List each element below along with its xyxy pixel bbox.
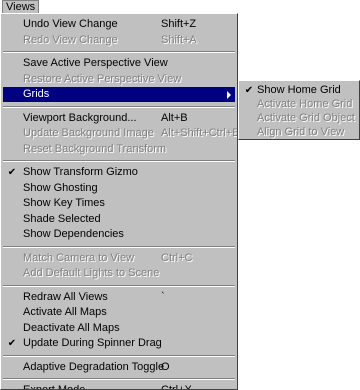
- menu-item-shortcut: `: [161, 290, 165, 303]
- menu-item-label: Show Key Times: [23, 197, 105, 209]
- menu-item-reset-background-transform[interactable]: Reset Background Transform: [3, 142, 235, 157]
- menu-item-restore-active-perspective-view[interactable]: Restore Active Perspective View: [3, 72, 235, 87]
- checkmark-icon: ✔: [7, 338, 17, 349]
- menu-item-label: Viewport Background...: [23, 111, 137, 124]
- menu-item-expert-mode[interactable]: Expert Mode Ctrl+X: [3, 383, 235, 390]
- menu-item-align-grid-to-view[interactable]: Align Grid to View: [241, 125, 357, 140]
- menu-item-label: Align Grid to View: [257, 126, 345, 138]
- menu-separator: [3, 378, 235, 380]
- menu-item-save-active-perspective-view[interactable]: Save Active Perspective View: [3, 56, 235, 71]
- menu-item-match-camera-to-view[interactable]: Match Camera to View Ctrl+C: [3, 251, 235, 266]
- menu-item-redo-view-change[interactable]: Redo View Change Shift+A: [3, 33, 235, 48]
- menu-separator: [3, 284, 235, 287]
- menu-item-show-transform-gizmo[interactable]: ✔ Show Transform Gizmo: [3, 165, 235, 180]
- menu-item-activate-grid-object[interactable]: Activate Grid Object: [241, 111, 357, 126]
- menu-item-deactivate-all-maps[interactable]: Deactivate All Maps: [3, 321, 235, 336]
- menu-item-shortcut: Shift+Z: [161, 18, 197, 30]
- menu-item-label: Restore Active Perspective View: [23, 72, 182, 85]
- menu-item-label: Activate Grid Object: [257, 112, 355, 124]
- menu-item-update-during-spinner-drag[interactable]: ✔ Update During Spinner Drag: [3, 336, 235, 351]
- menu-item-shortcut: Ctrl+X: [161, 384, 192, 390]
- menu-item-label: Adaptive Degradation Toggle: [23, 360, 165, 373]
- menu-item-label: Match Camera to View: [23, 251, 135, 264]
- menu-item-shortcut: Shift+A: [161, 33, 197, 46]
- menu-separator: [3, 160, 235, 162]
- menu-item-viewport-background[interactable]: Viewport Background... Alt+B: [3, 111, 235, 126]
- menu-item-label: Reset Background Transform: [23, 142, 167, 155]
- menu-item-shortcut: Ctrl+C: [161, 251, 193, 264]
- menu-item-label: Show Ghosting: [23, 181, 98, 194]
- menu-item-shade-selected[interactable]: Shade Selected: [3, 212, 235, 227]
- menu-item-label: Show Transform Gizmo: [23, 166, 138, 178]
- menu-item-label: Shade Selected: [23, 212, 101, 225]
- menu-item-label: Show Home Grid: [257, 84, 341, 96]
- menu-item-activate-all-maps[interactable]: Activate All Maps: [3, 305, 235, 320]
- menu-item-label: Update During Spinner Drag: [23, 337, 162, 349]
- menu-item-shortcut: Alt+B: [161, 111, 188, 124]
- menu-item-grids[interactable]: Grids: [3, 87, 235, 102]
- menu-separator: [3, 51, 235, 53]
- menu-item-label: Deactivate All Maps: [23, 321, 120, 334]
- menu-item-redraw-all-views[interactable]: Redraw All Views `: [3, 290, 235, 305]
- checkmark-icon: ✔: [7, 167, 17, 178]
- menu-item-undo-view-change[interactable]: Undo View Change Shift+Z: [3, 17, 235, 32]
- menu-item-label: Expert Mode: [23, 384, 86, 390]
- menu-item-label: Redraw All Views: [23, 290, 108, 303]
- grids-submenu: ✔ Show Home Grid Activate Home Grid Activat…: [238, 80, 360, 140]
- menu-item-show-home-grid[interactable]: ✔ Show Home Grid: [241, 83, 357, 98]
- menu-item-label: Activate All Maps: [23, 306, 107, 318]
- menu-item-adaptive-degradation-toggle[interactable]: Adaptive Degradation Toggle O: [3, 360, 235, 375]
- menu-item-label: Undo View Change: [23, 18, 118, 30]
- checkmark-icon: ✔: [244, 85, 254, 96]
- menu-bar: Views: [0, 0, 360, 15]
- menu-item-show-ghosting[interactable]: Show Ghosting: [3, 181, 235, 196]
- menu-separator: [3, 354, 235, 357]
- menu-item-label: Show Dependencies: [23, 228, 124, 240]
- submenu-arrow-icon: [227, 91, 231, 99]
- menu-item-label: Save Active Perspective View: [23, 57, 168, 69]
- menu-item-show-dependencies[interactable]: Show Dependencies: [3, 227, 235, 242]
- menu-item-add-default-lights-to-scene[interactable]: Add Default Lights to Scene: [3, 266, 235, 281]
- menu-item-shortcut: Alt+Shift+Ctrl+B: [161, 127, 238, 139]
- menu-separator: [3, 105, 235, 108]
- menu-item-activate-home-grid[interactable]: Activate Home Grid: [241, 97, 357, 112]
- menu-item-show-key-times[interactable]: Show Key Times: [3, 196, 235, 211]
- menu-item-label: Redo View Change: [23, 33, 118, 46]
- menu-item-label: Add Default Lights to Scene: [23, 267, 160, 279]
- menu-item-label: Update Background Image: [23, 127, 154, 139]
- views-dropdown-menu: Undo View Change Shift+Z Redo View Change S…: [0, 13, 238, 390]
- menu-item-shortcut: O: [161, 360, 170, 373]
- menu-item-label: Grids: [23, 88, 50, 100]
- menu-separator: [3, 245, 235, 248]
- menu-item-label: Activate Home Grid: [257, 98, 353, 110]
- menu-item-update-background-image[interactable]: Update Background Image Alt+Shift+Ctrl+B: [3, 126, 238, 141]
